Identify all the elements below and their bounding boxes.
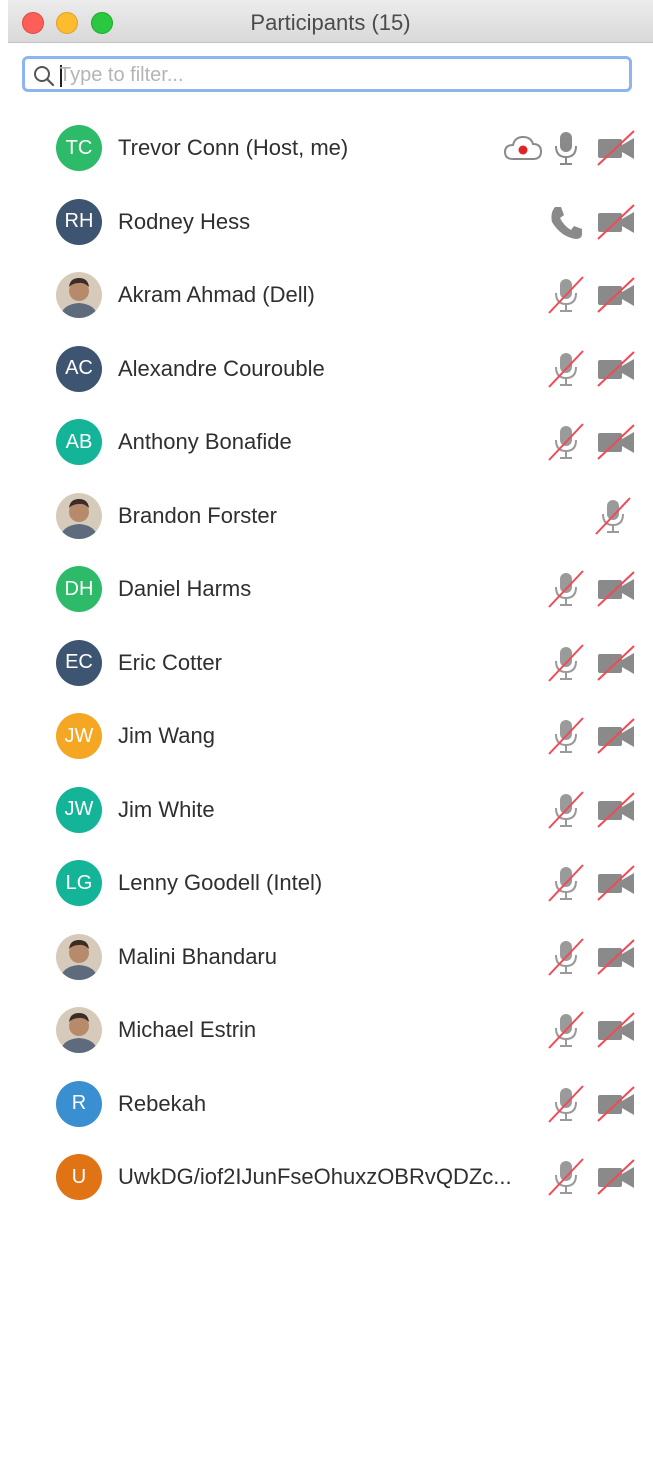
- avatar: DH: [56, 566, 102, 612]
- avatar-photo: [56, 1007, 102, 1053]
- video-off-icon[interactable]: [596, 1085, 636, 1123]
- participant-name: Rodney Hess: [118, 208, 251, 234]
- avatar: TC: [56, 125, 102, 171]
- cloud-recording-icon: [503, 129, 543, 167]
- participant-name: Daniel Harms: [118, 576, 252, 601]
- avatar: R: [56, 1080, 102, 1127]
- window-title: Participants (15): [250, 10, 411, 35]
- avatar: U: [56, 1154, 102, 1200]
- avatar: JW: [56, 713, 102, 759]
- participant-row[interactable]: EC Eric Cotter: [0, 626, 653, 700]
- microphone-muted-icon[interactable]: [546, 937, 586, 976]
- avatar: EC: [56, 639, 102, 686]
- participant-row[interactable]: LG Lenny Goodell (Intel): [0, 846, 653, 920]
- avatar: AB: [56, 419, 102, 465]
- microphone-muted-icon[interactable]: [546, 570, 586, 608]
- microphone-muted-icon[interactable]: [546, 790, 586, 829]
- microphone-muted-icon[interactable]: [546, 1011, 586, 1049]
- avatar: LG: [56, 860, 102, 906]
- participant-row[interactable]: Malini Bhandaru: [0, 920, 653, 994]
- avatar-photo: [56, 272, 102, 318]
- participant-row[interactable]: Brandon Forster: [0, 479, 653, 553]
- participant-list: TC Trevor Conn (Host, me) RH Rodney Hess Akr…: [0, 111, 653, 1214]
- participant-name: Alexandre Courouble: [118, 355, 325, 381]
- search-icon: [33, 65, 55, 87]
- microphone-muted-icon[interactable]: [546, 1084, 586, 1123]
- filter-input[interactable]: [59, 61, 619, 89]
- phone-icon: [547, 203, 587, 241]
- video-off-icon[interactable]: [596, 570, 636, 608]
- filter-box[interactable]: [22, 56, 632, 92]
- avatar: RH: [56, 198, 102, 245]
- participant-name: Trevor Conn (Host, me): [118, 135, 349, 160]
- participant-row[interactable]: RH Rodney Hess: [0, 185, 653, 259]
- video-off-icon[interactable]: [596, 350, 636, 388]
- participant-row[interactable]: U UwkDG/iof2IJunFseOhuxzOBRvQDZc...: [0, 1140, 653, 1214]
- microphone-muted-icon[interactable]: [546, 643, 586, 682]
- participant-row[interactable]: AC Alexandre Courouble: [0, 332, 653, 406]
- video-off-icon[interactable]: [596, 1011, 636, 1049]
- microphone-muted-icon[interactable]: [546, 423, 586, 461]
- microphone-muted-icon[interactable]: [546, 717, 586, 755]
- video-off-icon[interactable]: [596, 129, 636, 167]
- participant-name: Akram Ahmad (Dell): [118, 282, 315, 307]
- participant-name: Jim White: [118, 796, 215, 822]
- video-off-icon[interactable]: [596, 791, 636, 829]
- participant-name: Brandon Forster: [118, 502, 277, 528]
- participant-row[interactable]: TC Trevor Conn (Host, me): [0, 111, 653, 185]
- microphone-muted-icon[interactable]: [546, 864, 586, 902]
- microphone-muted-icon[interactable]: [593, 496, 633, 535]
- participant-row[interactable]: AB Anthony Bonafide: [0, 405, 653, 479]
- participant-row[interactable]: JW Jim Wang: [0, 699, 653, 773]
- video-off-icon[interactable]: [596, 644, 636, 682]
- avatar-photo: [56, 933, 102, 980]
- video-off-icon[interactable]: [596, 423, 636, 461]
- video-off-icon[interactable]: [596, 938, 636, 976]
- participant-name: Anthony Bonafide: [118, 429, 292, 454]
- participant-row[interactable]: Akram Ahmad (Dell): [0, 258, 653, 332]
- participant-row[interactable]: JW Jim White: [0, 773, 653, 847]
- participant-name: Rebekah: [118, 1090, 207, 1116]
- microphone-muted-icon[interactable]: [546, 1158, 586, 1196]
- participant-row[interactable]: R Rebekah: [0, 1067, 653, 1141]
- microphone-muted-icon[interactable]: [546, 349, 586, 388]
- participant-name: Jim Wang: [118, 723, 215, 748]
- participant-row[interactable]: DH Daniel Harms: [0, 552, 653, 626]
- video-off-icon[interactable]: [596, 203, 636, 241]
- video-off-icon[interactable]: [596, 717, 636, 755]
- video-off-icon[interactable]: [596, 1158, 636, 1196]
- video-off-icon[interactable]: [596, 276, 636, 314]
- avatar-photo: [56, 492, 102, 539]
- window-titlebar: Participants (15): [8, 0, 653, 43]
- participant-name: Malini Bhandaru: [118, 943, 277, 969]
- participant-name: Lenny Goodell (Intel): [118, 870, 323, 895]
- microphone-icon[interactable]: [546, 129, 586, 167]
- participant-name: Eric Cotter: [118, 649, 222, 675]
- participant-name: UwkDG/iof2IJunFseOhuxzOBRvQDZc...: [118, 1164, 512, 1189]
- microphone-muted-icon[interactable]: [546, 276, 586, 314]
- avatar: JW: [56, 786, 102, 833]
- avatar: AC: [56, 345, 102, 392]
- participant-row[interactable]: Michael Estrin: [0, 993, 653, 1067]
- participant-name: Michael Estrin: [118, 1017, 257, 1042]
- video-off-icon[interactable]: [596, 864, 636, 902]
